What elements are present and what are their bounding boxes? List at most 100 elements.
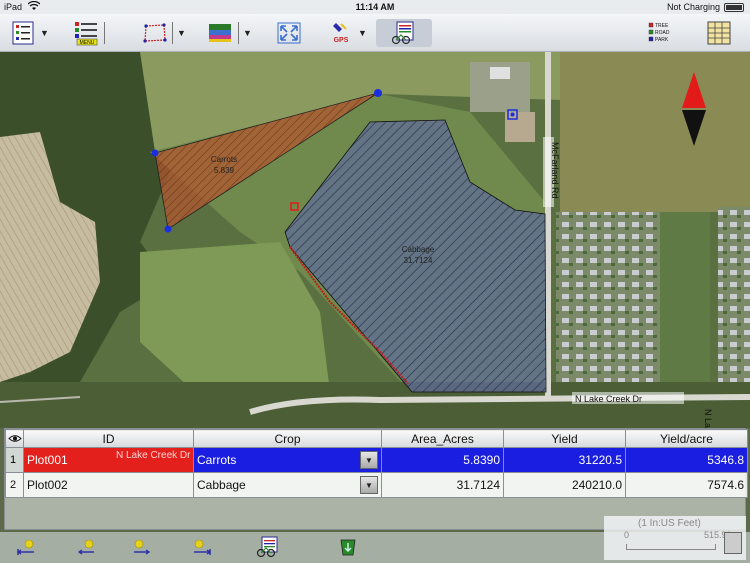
cell-yield-per-acre[interactable]: 7574.6 [625,472,748,498]
column-header-id[interactable]: ID [23,429,194,448]
column-header-area[interactable]: Area_Acres [381,429,504,448]
battery-status: Not Charging [666,2,720,12]
map-road-label-showthrough: N Lake Creek Dr [116,450,191,461]
basemap-button[interactable]: ▼ [208,19,252,47]
scale-min: 0 [624,530,630,540]
next-record-icon [134,539,151,555]
trash-icon [340,539,356,556]
delete-record-button[interactable] [336,536,360,558]
cell-yield[interactable]: 31220.5 [503,447,626,473]
cell-yield-per-acre[interactable]: 5346.8 [625,447,748,473]
attribute-table: ID Crop Area_Acres Yield Yield/acre 1 Pl… [4,428,748,530]
polygon-label-carrots: Carrots [211,155,237,164]
cell-area[interactable]: 31.7124 [381,472,504,498]
chevron-down-icon: ▼ [243,28,252,38]
clipboard-bike-icon [256,536,278,558]
chevron-down-icon: ▼ [358,28,367,38]
column-header-crop[interactable]: Crop [193,429,382,448]
scale-unit: (1 In:US Feet) [638,518,701,529]
building [505,112,535,142]
last-record-icon [194,539,212,555]
building [490,67,510,79]
legend-menu-icon: MENU [74,20,100,46]
svg-text:TREE: TREE [655,23,669,29]
draw-shape-button[interactable]: ▼ [142,19,186,47]
last-record-button[interactable] [190,536,214,558]
field-edit-button[interactable] [376,19,432,47]
polygon-value-carrots: 5.839 [214,166,235,175]
cell-crop[interactable]: Carrots ▼ [193,447,382,473]
cell-crop-value: Cabbage [197,478,246,492]
table-view-button[interactable] [706,19,732,47]
edit-record-button[interactable] [256,536,280,558]
previous-record-button[interactable] [74,536,98,558]
list-icon [10,20,36,46]
clock: 11:14 AM [355,2,395,12]
location-dot [510,112,515,117]
polygon-draw-icon [142,20,168,46]
next-record-button[interactable] [130,536,154,558]
chevron-down-icon: ▼ [177,28,186,38]
vertex-handle[interactable] [374,89,382,97]
previous-record-icon [77,539,94,555]
map-layers-icon [208,20,234,46]
gps-button[interactable]: GPS ▼ [328,19,367,47]
status-bar: iPad 11:14 AM Not Charging [0,0,750,14]
calculator-icon[interactable] [724,532,742,554]
scale-ruler [626,544,716,550]
column-header-yield-per-acre[interactable]: Yield/acre [625,429,748,448]
full-extent-button[interactable] [276,19,302,47]
polygon-label-cabbage: Cabbage [402,245,435,254]
map-canvas[interactable]: McFarland Rd N Lake Creek Dr N Lake Cree… [0,52,750,428]
table-header: ID Crop Area_Acres Yield Yield/acre [5,429,748,448]
chevron-down-icon: ▼ [40,28,49,38]
dropdown-arrow-icon[interactable]: ▼ [360,451,378,469]
cell-area[interactable]: 5.8390 [381,447,504,473]
polygon-value-cabbage: 31.7124 [404,256,433,265]
row-number: 1 [5,447,24,473]
residential-area [556,212,660,397]
satellite-map[interactable]: McFarland Rd N Lake Creek Dr N Lake Cree… [0,52,750,428]
legend-icon: TREE ROAD PARK [648,20,674,46]
table-row[interactable]: 1 Plot001 N Lake Creek Dr Carrots ▼ 5.839… [5,447,748,473]
eye-icon [7,434,22,442]
vertex-handle[interactable] [164,225,172,233]
road-label-lake-creek-2: N Lake Creek Dr [703,409,713,428]
grid-icon [706,20,732,46]
road-label-lake-creek: N Lake Creek Dr [575,394,642,404]
cell-id[interactable]: Plot002 [23,472,194,498]
legend-menu-button[interactable]: MENU [74,19,105,47]
row-number: 2 [5,472,24,498]
legend-button[interactable]: TREE ROAD PARK [648,19,674,47]
table-row[interactable]: 2 Plot002 Cabbage ▼ 31.7124 240210.0 7574… [5,472,748,498]
first-record-button[interactable] [14,536,38,558]
toolbar-divider [104,22,105,44]
battery-icon [724,3,744,12]
main-toolbar: ▼ MENU ▼ ▼ GPS ▼ TREE ROAD PARK [0,14,750,52]
vertex-handle[interactable] [151,149,159,157]
svg-text:MENU: MENU [80,40,95,46]
tree-line [0,382,750,428]
residential-area-east [718,207,750,397]
cell-id[interactable]: Plot001 N Lake Creek Dr [23,447,194,473]
column-header-yield[interactable]: Yield [503,429,626,448]
farm-field [560,52,750,212]
toolbar-divider [238,22,239,44]
first-record-icon [16,539,34,555]
expand-icon [276,20,302,46]
clipboard-bike-icon [391,20,417,46]
scale-bar: (1 In:US Feet) 0 515.91 [604,516,746,560]
svg-text:GPS: GPS [334,37,349,44]
road-label-mcfarland: McFarland Rd [550,142,560,199]
cell-crop[interactable]: Cabbage ▼ [193,472,382,498]
cell-crop-value: Carrots [197,453,237,467]
toolbar-divider [172,22,173,44]
svg-text:PARK: PARK [655,37,669,43]
cell-yield[interactable]: 240210.0 [503,472,626,498]
layers-list-button[interactable]: ▼ [10,19,49,47]
cell-id-value: Plot001 [27,453,68,467]
dropdown-arrow-icon[interactable]: ▼ [360,476,378,494]
park-area [660,212,710,392]
visibility-toggle[interactable] [5,429,24,448]
gps-icon: GPS [328,20,354,46]
